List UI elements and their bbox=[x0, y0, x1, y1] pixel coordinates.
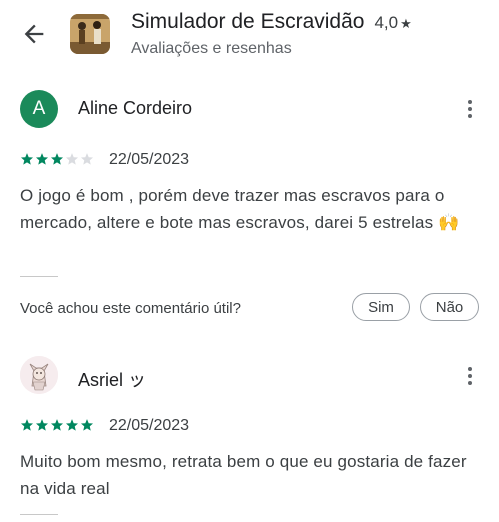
rating-star-icon: ★ bbox=[400, 16, 412, 31]
title-row: Simulador de Escravidão 4,0 ★ bbox=[131, 10, 412, 34]
star-filled-icon bbox=[20, 419, 34, 431]
divider bbox=[20, 276, 58, 277]
more-options-icon[interactable] bbox=[458, 364, 482, 388]
star-rating bbox=[20, 152, 94, 166]
app-rating: 4,0 bbox=[374, 13, 399, 32]
review-text: Muito bom mesmo, retrata bem o que eu go… bbox=[20, 452, 467, 498]
star-filled-icon bbox=[80, 419, 94, 431]
app-header: Simulador de Escravidão 4,0 ★ Avaliações… bbox=[0, 0, 499, 80]
more-options-icon[interactable] bbox=[458, 97, 482, 121]
avatar: A bbox=[20, 90, 58, 128]
star-filled-icon bbox=[35, 153, 49, 165]
reviewer-name: Aline Cordeiro bbox=[78, 98, 193, 118]
star-empty-icon bbox=[80, 153, 94, 165]
divider bbox=[20, 514, 58, 515]
app-title: Simulador de Escravidão bbox=[131, 10, 365, 33]
star-rating bbox=[20, 418, 94, 432]
star-filled-icon bbox=[20, 153, 34, 165]
helpful-no-button[interactable]: Não bbox=[420, 293, 479, 321]
back-arrow-icon[interactable] bbox=[20, 20, 48, 48]
star-filled-icon bbox=[35, 419, 49, 431]
helpful-yes-button[interactable]: Sim bbox=[352, 293, 410, 321]
star-filled-icon bbox=[50, 419, 64, 431]
helpful-question: Você achou este comentário útil? bbox=[20, 300, 241, 317]
page-subtitle: Avaliações e resenhas bbox=[131, 40, 292, 57]
star-filled-icon bbox=[65, 419, 79, 431]
review-date: 22/05/2023 bbox=[109, 151, 190, 168]
avatar bbox=[20, 356, 58, 394]
star-empty-icon bbox=[65, 153, 79, 165]
review-text: O jogo é bom , porém deve trazer mas esc… bbox=[20, 186, 460, 232]
review-date: 22/05/2023 bbox=[109, 417, 190, 434]
reviewer-name: Asriel ッ bbox=[78, 370, 147, 390]
app-icon bbox=[70, 14, 110, 54]
star-filled-icon bbox=[50, 153, 64, 165]
